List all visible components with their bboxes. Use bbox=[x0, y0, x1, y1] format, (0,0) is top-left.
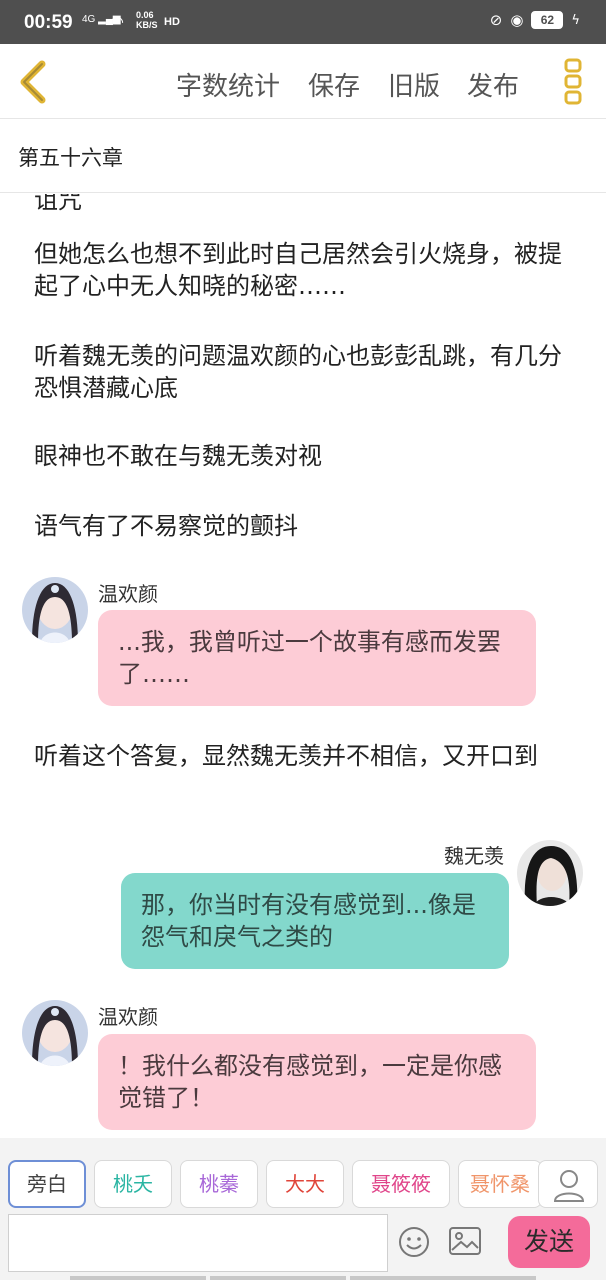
network-speed: 0.06 KB/S bbox=[136, 10, 158, 30]
nav-indicator bbox=[210, 1276, 346, 1280]
image-icon bbox=[449, 1227, 481, 1255]
narration-paragraph: 但她怎么也想不到此时自己居然会引火烧身，被提起了心中无人知晓的秘密…… bbox=[34, 240, 562, 300]
avatar-wen-huanyan[interactable] bbox=[22, 577, 88, 643]
old-version-button[interactable]: 旧版 bbox=[388, 66, 440, 103]
avatar-wei-wuxian[interactable] bbox=[517, 840, 583, 906]
avatar-wen-huanyan[interactable] bbox=[22, 1000, 88, 1066]
send-button[interactable]: 发送 bbox=[508, 1216, 590, 1268]
more-vertical-icon bbox=[564, 58, 582, 105]
editor-header: 字数统计 保存 旧版 发布 bbox=[0, 44, 606, 119]
speaker-name: 温欢颜 bbox=[98, 1005, 158, 1029]
add-role-button[interactable] bbox=[538, 1160, 598, 1208]
narration-paragraph: 听着这个答复，显然魏无羡并不相信，又开口到 bbox=[34, 742, 538, 770]
user-icon bbox=[553, 1170, 585, 1202]
chevron-left-icon bbox=[20, 60, 46, 104]
story-content[interactable]: 诅咒 但她怎么也想不到此时自己居然会引火烧身，被提起了心中无人知晓的秘密…… 听… bbox=[0, 194, 606, 1138]
nav-indicator bbox=[70, 1276, 206, 1280]
dialogue-bubble[interactable]: 那，你当时有没有感觉到...像是怨气和戾气之类的 bbox=[121, 873, 509, 969]
save-button[interactable]: 保存 bbox=[308, 66, 360, 103]
dialogue-text: ...我，我曾听过一个故事有感而发罢了…… bbox=[118, 628, 501, 688]
role-chip-narrator[interactable]: 旁白 bbox=[8, 1160, 86, 1208]
clipped-paragraph: 诅咒 bbox=[34, 194, 82, 214]
lock-rotation-icon: ◉ bbox=[510, 11, 524, 29]
message-input[interactable] bbox=[8, 1214, 388, 1272]
chapter-title-bar[interactable]: 第五十六章 bbox=[0, 120, 606, 193]
vibrate-icon: ⊘ bbox=[489, 11, 503, 29]
wifi-icon: ◠ bbox=[110, 14, 124, 31]
chapter-title: 第五十六章 bbox=[18, 146, 123, 170]
narration-paragraph: 语气有了不易察觉的颤抖 bbox=[34, 512, 298, 540]
charging-icon: ϟ bbox=[571, 12, 580, 28]
emoji-button[interactable] bbox=[398, 1226, 430, 1258]
dialogue-bubble[interactable]: ！我什么都没有感觉到，一定是你感觉错了！ bbox=[98, 1034, 536, 1130]
status-time: 00:59 bbox=[24, 12, 73, 33]
role-chip[interactable]: 聂筱筱 bbox=[352, 1160, 450, 1208]
role-chip[interactable]: 大大 bbox=[266, 1160, 344, 1208]
composer-bar: 发送 bbox=[0, 1210, 606, 1280]
emoji-icon bbox=[399, 1227, 429, 1257]
hd-indicator: HD bbox=[164, 16, 180, 28]
role-chip[interactable]: 聂怀桑 bbox=[458, 1160, 542, 1208]
battery-icon: 62 bbox=[531, 11, 564, 29]
speaker-name: 温欢颜 bbox=[98, 582, 158, 606]
back-button[interactable] bbox=[14, 58, 54, 106]
dialogue-text: ！我什么都没有感觉到，一定是你感觉错了！ bbox=[118, 1052, 502, 1112]
dialogue-text: 那，你当时有没有感觉到...像是怨气和戾气之类的 bbox=[141, 891, 476, 951]
role-chip[interactable]: 桃夭 bbox=[94, 1160, 172, 1208]
narration-paragraph: 听着魏无羡的问题温欢颜的心也彭彭乱跳，有几分恐惧潜藏心底 bbox=[34, 342, 562, 402]
dialogue-bubble[interactable]: ...我，我曾听过一个故事有感而发罢了…… bbox=[98, 610, 536, 706]
word-count-button[interactable]: 字数统计 bbox=[176, 66, 280, 103]
nav-indicator bbox=[350, 1276, 536, 1280]
role-selector: 旁白 桃夭 桃蓁 大大 聂筱筱 聂怀桑 bbox=[0, 1138, 606, 1210]
narration-paragraph: 眼神也不敢在与魏无羡对视 bbox=[34, 442, 322, 470]
more-menu-button[interactable] bbox=[560, 56, 586, 106]
status-bar: 00:59 4G ▂▄▆ ◠ 0.06 KB/S HD ⊘ ◉ 62 ϟ bbox=[0, 0, 606, 44]
publish-button[interactable]: 发布 bbox=[467, 66, 519, 103]
image-button[interactable] bbox=[448, 1226, 482, 1256]
speaker-name: 魏无羡 bbox=[444, 844, 504, 868]
role-chip[interactable]: 桃蓁 bbox=[180, 1160, 258, 1208]
